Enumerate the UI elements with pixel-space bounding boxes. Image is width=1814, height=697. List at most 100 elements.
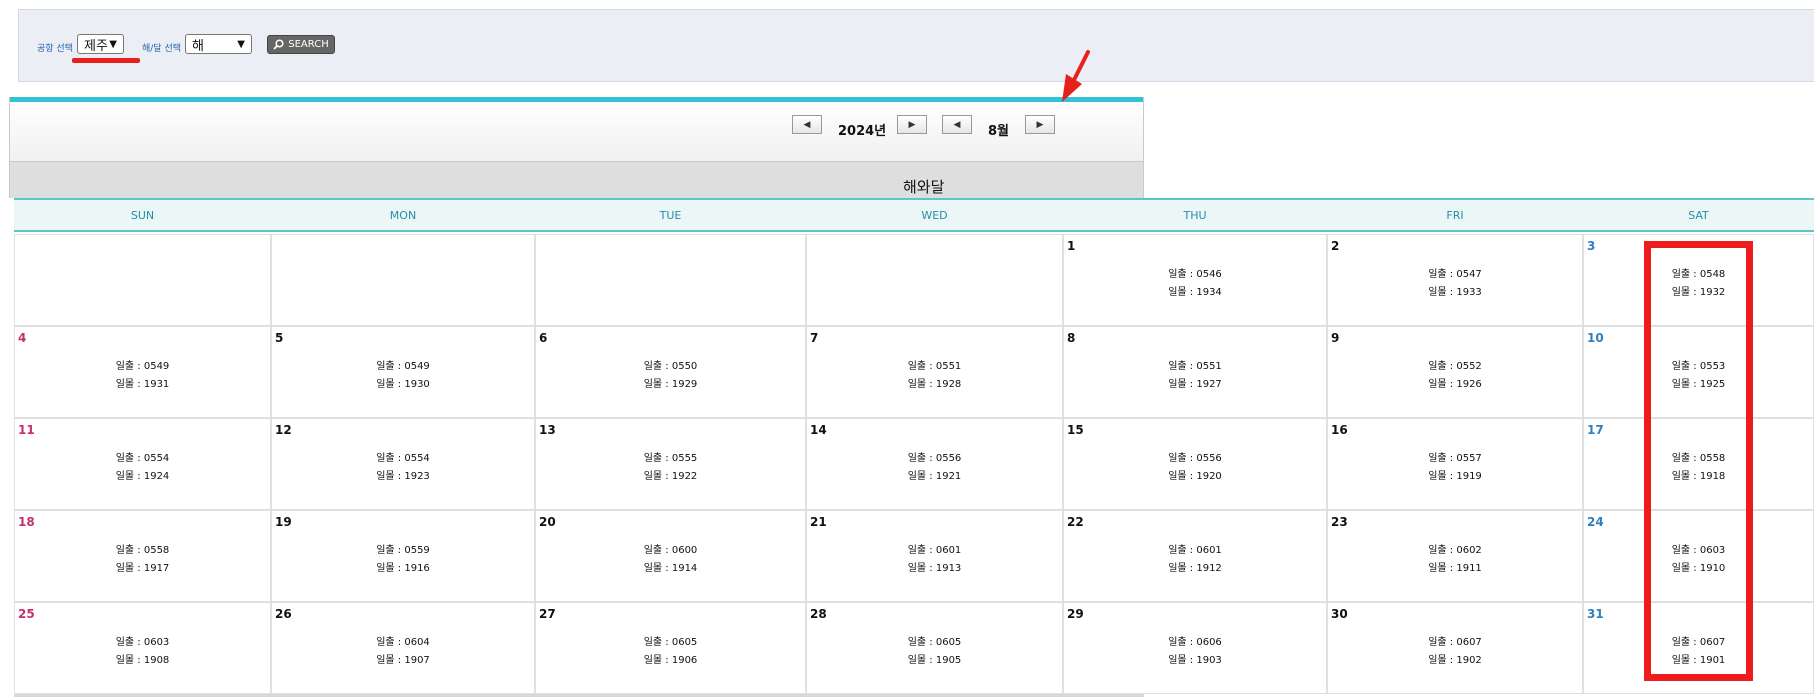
sunset-row: 일몰 : 1902 bbox=[1328, 651, 1582, 666]
sunset-label: 일몰 : bbox=[1168, 655, 1197, 666]
sunset-label: 일몰 : bbox=[1428, 379, 1457, 390]
sunrise-label: 일출 : bbox=[115, 453, 144, 464]
sunrise-time: 0601 bbox=[935, 545, 962, 556]
calendar-day-cell: 22 일출 : 0601 일몰 : 1912 bbox=[1063, 510, 1327, 602]
sunrise-label: 일출 : bbox=[376, 361, 405, 372]
sunrise-row: 일출 : 0606 bbox=[1064, 633, 1326, 648]
sunrise-row: 일출 : 0601 bbox=[1064, 541, 1326, 556]
airport-select[interactable]: 제주 ▼ bbox=[77, 34, 124, 54]
sunrise-row: 일출 : 0551 bbox=[807, 357, 1062, 372]
search-button[interactable]: SEARCH bbox=[267, 35, 335, 54]
weekday-header-sat: SAT bbox=[1583, 198, 1814, 232]
sunset-label: 일몰 : bbox=[1428, 471, 1457, 482]
sunmoon-select-value: 해 bbox=[192, 38, 204, 54]
chevron-down-icon: ▼ bbox=[109, 38, 117, 50]
sunset-time: 1908 bbox=[143, 655, 170, 666]
sunrise-row: 일출 : 0549 bbox=[272, 357, 534, 372]
sunrise-row: 일출 : 0600 bbox=[536, 541, 805, 556]
sunset-label: 일몰 : bbox=[643, 563, 672, 574]
sunset-time: 1930 bbox=[404, 379, 430, 390]
sunrise-time: 0549 bbox=[404, 361, 430, 372]
sunrise-label: 일출 : bbox=[1428, 453, 1457, 464]
sunrise-row: 일출 : 0547 bbox=[1328, 265, 1582, 280]
sunrise-row: 일출 : 0605 bbox=[536, 633, 805, 648]
weekday-header-sun: SUN bbox=[14, 198, 271, 232]
sunrise-time: 0603 bbox=[143, 637, 170, 648]
sunset-time: 1917 bbox=[143, 563, 170, 574]
day-number: 31 bbox=[1587, 607, 1604, 621]
day-number: 26 bbox=[275, 607, 292, 621]
sunset-row: 일몰 : 1914 bbox=[536, 559, 805, 574]
airport-select-value: 제주 bbox=[84, 38, 108, 54]
day-number: 8 bbox=[1067, 331, 1076, 345]
sunrise-label: 일출 : bbox=[115, 545, 144, 556]
sunset-row: 일몰 : 1903 bbox=[1064, 651, 1326, 666]
sunrise-row: 일출 : 0556 bbox=[807, 449, 1062, 464]
weekday-header-wed: WED bbox=[806, 198, 1063, 232]
month-display: 8월 bbox=[988, 124, 1010, 139]
sunset-label: 일몰 : bbox=[1428, 287, 1457, 298]
sunrise-time: 0556 bbox=[935, 453, 962, 464]
weekday-header-thu: THU bbox=[1063, 198, 1327, 232]
next-month-button[interactable]: ▶ bbox=[1025, 115, 1055, 134]
calendar-title: 해와달 bbox=[903, 178, 945, 196]
sunrise-row: 일출 : 0602 bbox=[1328, 541, 1582, 556]
caret-left-icon: ◀ bbox=[803, 119, 811, 130]
red-box-annotation bbox=[1644, 241, 1753, 681]
sunset-label: 일몰 : bbox=[907, 471, 936, 482]
sunset-time: 1926 bbox=[1456, 379, 1482, 390]
sunset-time: 1907 bbox=[404, 655, 430, 666]
sunrise-label: 일출 : bbox=[1168, 453, 1197, 464]
day-number: 22 bbox=[1067, 515, 1084, 529]
sunrise-row: 일출 : 0557 bbox=[1328, 449, 1582, 464]
caret-right-icon: ▶ bbox=[1036, 119, 1044, 130]
calendar-day-cell: 27 일출 : 0605 일몰 : 1906 bbox=[535, 602, 806, 694]
sunrise-label: 일출 : bbox=[1168, 637, 1197, 648]
sunset-time: 1905 bbox=[935, 655, 962, 666]
sunrise-time: 0606 bbox=[1196, 637, 1222, 648]
sunset-label: 일몰 : bbox=[1428, 655, 1457, 666]
next-year-button[interactable]: ▶ bbox=[897, 115, 927, 134]
sunrise-label: 일출 : bbox=[376, 453, 405, 464]
red-arrow-annotation bbox=[1062, 50, 1090, 102]
day-number: 27 bbox=[539, 607, 556, 621]
day-number: 7 bbox=[810, 331, 819, 345]
sunrise-time: 0558 bbox=[143, 545, 170, 556]
sunrise-time: 0555 bbox=[671, 453, 698, 464]
sunrise-label: 일출 : bbox=[376, 545, 405, 556]
sunset-time: 1923 bbox=[404, 471, 430, 482]
weekday-header-tue: TUE bbox=[535, 198, 806, 232]
calendar-nav-bar: ◀ 2024년 ▶ ◀ 8월 ▶ bbox=[9, 97, 1144, 162]
sunrise-time: 0607 bbox=[1456, 637, 1482, 648]
calendar-day-cell: 2 일출 : 0547 일몰 : 1933 bbox=[1327, 234, 1583, 326]
calendar-day-cell: 25 일출 : 0603 일몰 : 1908 bbox=[14, 602, 271, 694]
day-number: 11 bbox=[18, 423, 35, 437]
sunrise-row: 일출 : 0607 bbox=[1328, 633, 1582, 648]
sunmoon-select[interactable]: 해 ▼ bbox=[185, 34, 252, 54]
sunset-label: 일몰 : bbox=[643, 471, 672, 482]
day-number: 20 bbox=[539, 515, 556, 529]
sunrise-row: 일출 : 0605 bbox=[807, 633, 1062, 648]
sunset-time: 1903 bbox=[1196, 655, 1222, 666]
sunset-time: 1911 bbox=[1456, 563, 1482, 574]
sunrise-time: 0551 bbox=[1196, 361, 1222, 372]
calendar-day-cell: 1 일출 : 0546 일몰 : 1934 bbox=[1063, 234, 1327, 326]
day-number: 30 bbox=[1331, 607, 1348, 621]
calendar-day-cell: 13 일출 : 0555 일몰 : 1922 bbox=[535, 418, 806, 510]
calendar-day-cell: 21 일출 : 0601 일몰 : 1913 bbox=[806, 510, 1063, 602]
calendar-day-cell: 5 일출 : 0549 일몰 : 1930 bbox=[271, 326, 535, 418]
prev-year-button[interactable]: ◀ bbox=[792, 115, 822, 134]
calendar-day-cell: 19 일출 : 0559 일몰 : 1916 bbox=[271, 510, 535, 602]
day-number: 5 bbox=[275, 331, 284, 345]
day-number: 12 bbox=[275, 423, 292, 437]
day-number: 1 bbox=[1067, 239, 1076, 253]
sunset-label: 일몰 : bbox=[115, 563, 144, 574]
sunrise-time: 0547 bbox=[1456, 269, 1482, 280]
sunrise-label: 일출 : bbox=[643, 361, 672, 372]
calendar-day-cell bbox=[271, 234, 535, 326]
day-number: 2 bbox=[1331, 239, 1340, 253]
day-number: 19 bbox=[275, 515, 292, 529]
sunrise-label: 일출 : bbox=[643, 637, 672, 648]
prev-month-button[interactable]: ◀ bbox=[942, 115, 972, 134]
sunset-row: 일몰 : 1916 bbox=[272, 559, 534, 574]
